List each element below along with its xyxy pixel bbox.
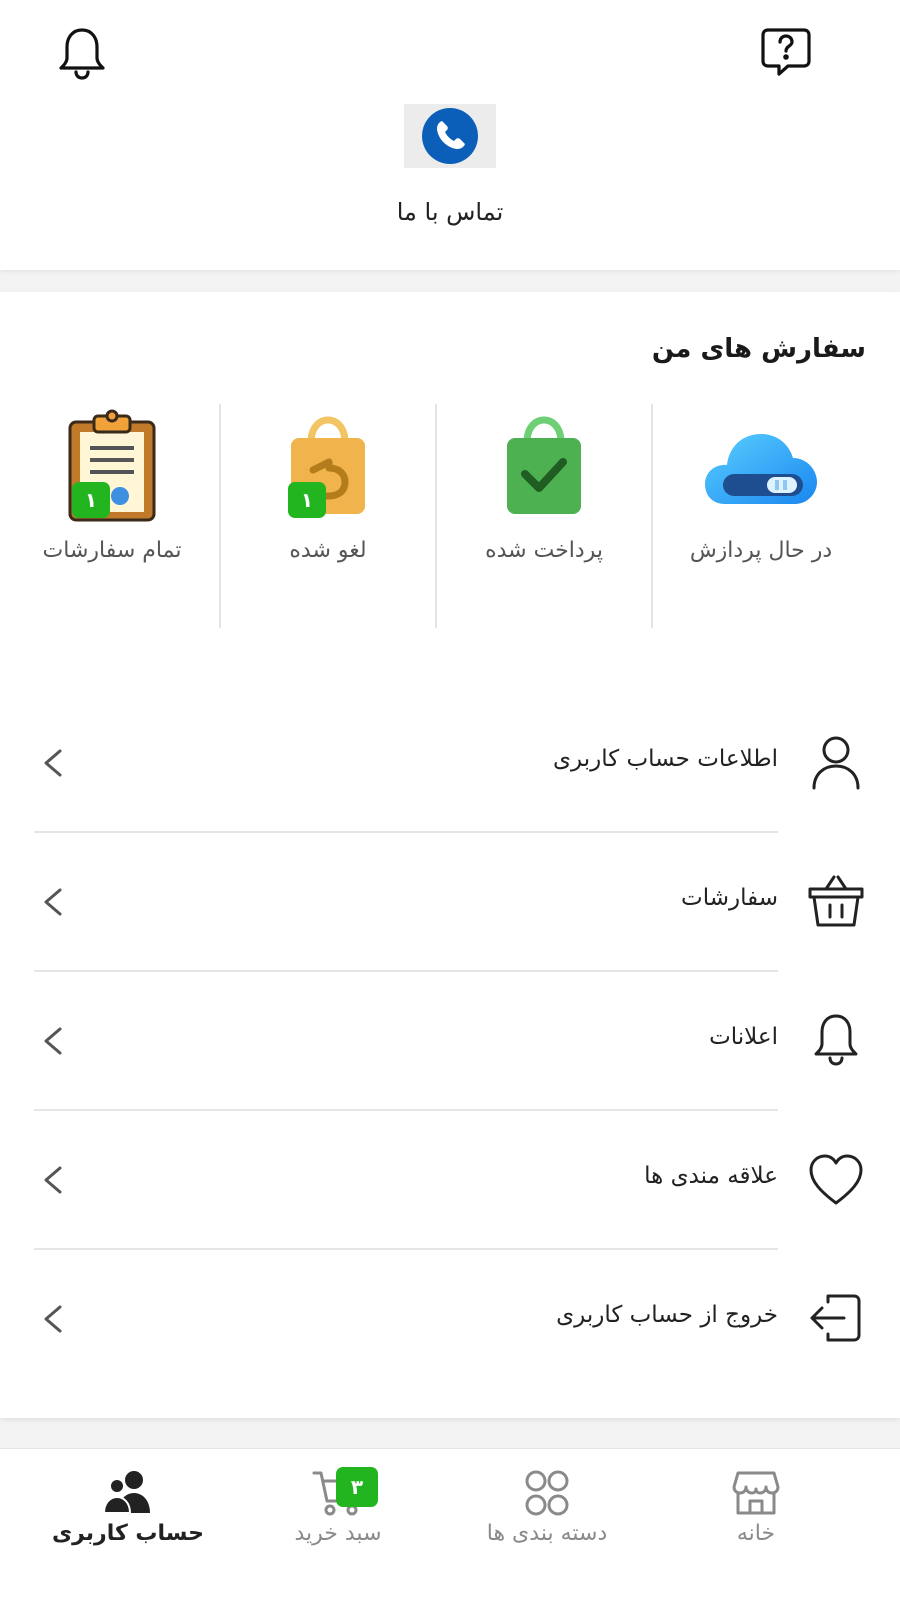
menu-item-notifications[interactable]: اعلانات (0, 972, 900, 1111)
order-status-row: در حال پردازش پرداخت شده ۱ لغو شده ۱ تما… (5, 404, 869, 628)
contact-us-label: تماس با ما (396, 198, 504, 226)
bottom-navigation: خانه دسته بندی ها ۳ سبد خرید حساب کاربری (0, 1448, 900, 1600)
order-status-paid[interactable]: پرداخت شده (437, 404, 653, 628)
account-menu: اطلاعات حساب کاربری سفارشات اعلانات علاق… (0, 694, 900, 1389)
nav-cart[interactable]: ۳ سبد خرید (238, 1449, 438, 1600)
basket-icon (806, 871, 866, 931)
user-icon (806, 732, 866, 792)
menu-item-orders[interactable]: سفارشات (0, 833, 900, 972)
order-status-processing[interactable]: در حال پردازش (653, 404, 869, 628)
bell-icon (806, 1010, 866, 1070)
top-header: تماس با ما (0, 0, 900, 270)
menu-item-favorites[interactable]: علاقه مندی ها (0, 1111, 900, 1250)
cancelled-bag-icon: ۱ (268, 408, 388, 524)
cart-count-badge: ۳ (336, 1467, 378, 1507)
nav-home[interactable]: خانه (656, 1449, 856, 1600)
notifications-bell-icon[interactable] (54, 24, 110, 82)
chevron-left-icon (40, 887, 66, 917)
order-status-all[interactable]: ۱ تمام سفارشات (5, 404, 221, 628)
logout-icon (806, 1288, 866, 1348)
menu-item-account-info[interactable]: اطلاعات حساب کاربری (0, 694, 900, 833)
all-orders-count-badge: ۱ (72, 482, 110, 518)
phone-icon (422, 108, 478, 164)
nav-account[interactable]: حساب کاربری (28, 1449, 228, 1600)
contact-us-button[interactable] (404, 104, 496, 168)
chevron-left-icon (40, 1026, 66, 1056)
order-status-cancelled[interactable]: ۱ لغو شده (221, 404, 437, 628)
chevron-left-icon (40, 1165, 66, 1195)
account-content: سفارش های من در حال پردازش پرداخت شده ۱ … (0, 292, 900, 1418)
nav-categories[interactable]: دسته بندی ها (447, 1449, 647, 1600)
help-chat-icon[interactable] (758, 24, 814, 80)
users-icon (102, 1469, 154, 1517)
cancelled-count-badge: ۱ (288, 482, 326, 518)
clipboard-icon: ۱ (52, 408, 172, 524)
chevron-left-icon (40, 1304, 66, 1334)
chevron-left-icon (40, 748, 66, 778)
cloud-toggle-icon (701, 408, 821, 524)
paid-bag-icon (484, 408, 604, 524)
categories-icon (521, 1469, 573, 1517)
my-orders-title: سفارش های من (651, 334, 866, 364)
heart-icon (806, 1149, 866, 1209)
store-icon (730, 1469, 782, 1517)
menu-item-logout[interactable]: خروج از حساب کاربری (0, 1250, 900, 1389)
